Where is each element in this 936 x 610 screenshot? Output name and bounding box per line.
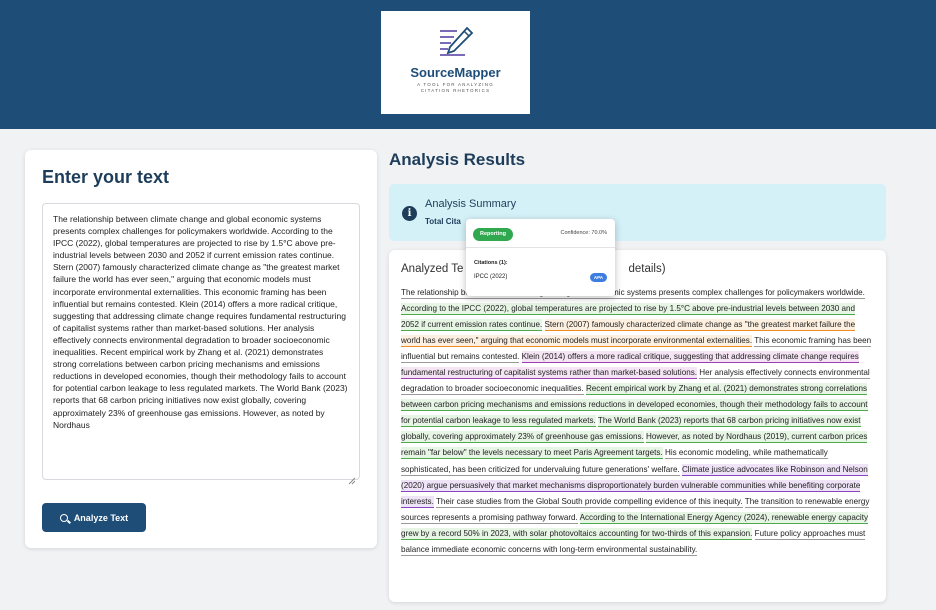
text-sentence: The relationship xyxy=(401,287,459,299)
citation-tooltip: Reporting Confidence: 70.0% Citations (1… xyxy=(466,219,615,296)
logo: SourceMapper A TOOL FOR ANALYZING CITATI… xyxy=(381,11,530,114)
results-title: Analysis Results xyxy=(389,150,526,169)
analyzed-text-panel: Analyzed Te details) The relationship bet… xyxy=(389,250,886,602)
app-header: SourceMapper A TOOL FOR ANALYZING CITATI… xyxy=(0,0,936,129)
analyze-button[interactable]: Analyze Text xyxy=(42,503,146,532)
input-panel-title: Enter your text xyxy=(42,167,170,187)
analyzed-text-body: The relationship between climate change … xyxy=(401,285,874,558)
text-input[interactable]: The relationship between climate change … xyxy=(42,203,360,480)
summary-total-citations: Total Cita xyxy=(425,217,461,226)
input-panel: Enter your text The relationship between… xyxy=(25,150,377,548)
analyzed-title-end: details) xyxy=(628,263,666,275)
analyzed-title-start: Analyzed Te xyxy=(401,263,464,275)
logo-tagline: A TOOL FOR ANALYZING CITATION RHETORICS xyxy=(417,82,494,93)
info-icon: i xyxy=(402,206,417,221)
resize-grip[interactable] xyxy=(348,472,356,485)
citation-item: IPCC (2022) xyxy=(474,274,508,280)
pencil-lines-icon xyxy=(440,26,474,56)
summary-title: Analysis Summary xyxy=(425,198,517,210)
analyze-button-label: Analyze Text xyxy=(73,512,129,523)
tooltip-divider xyxy=(466,247,615,248)
search-icon xyxy=(59,513,68,522)
citation-style-badge: APA xyxy=(589,273,607,282)
citations-label: Citations (1): xyxy=(474,260,508,266)
rhetoric-tag-badge: Reporting xyxy=(473,228,513,241)
text-sentence: Their case studies from the Global South… xyxy=(435,495,743,508)
logo-title: SourceMapper xyxy=(410,65,501,80)
analysis-summary: i Analysis Summary Total Cita xyxy=(389,184,886,241)
confidence-label: Confidence: 70.0% xyxy=(560,230,607,236)
